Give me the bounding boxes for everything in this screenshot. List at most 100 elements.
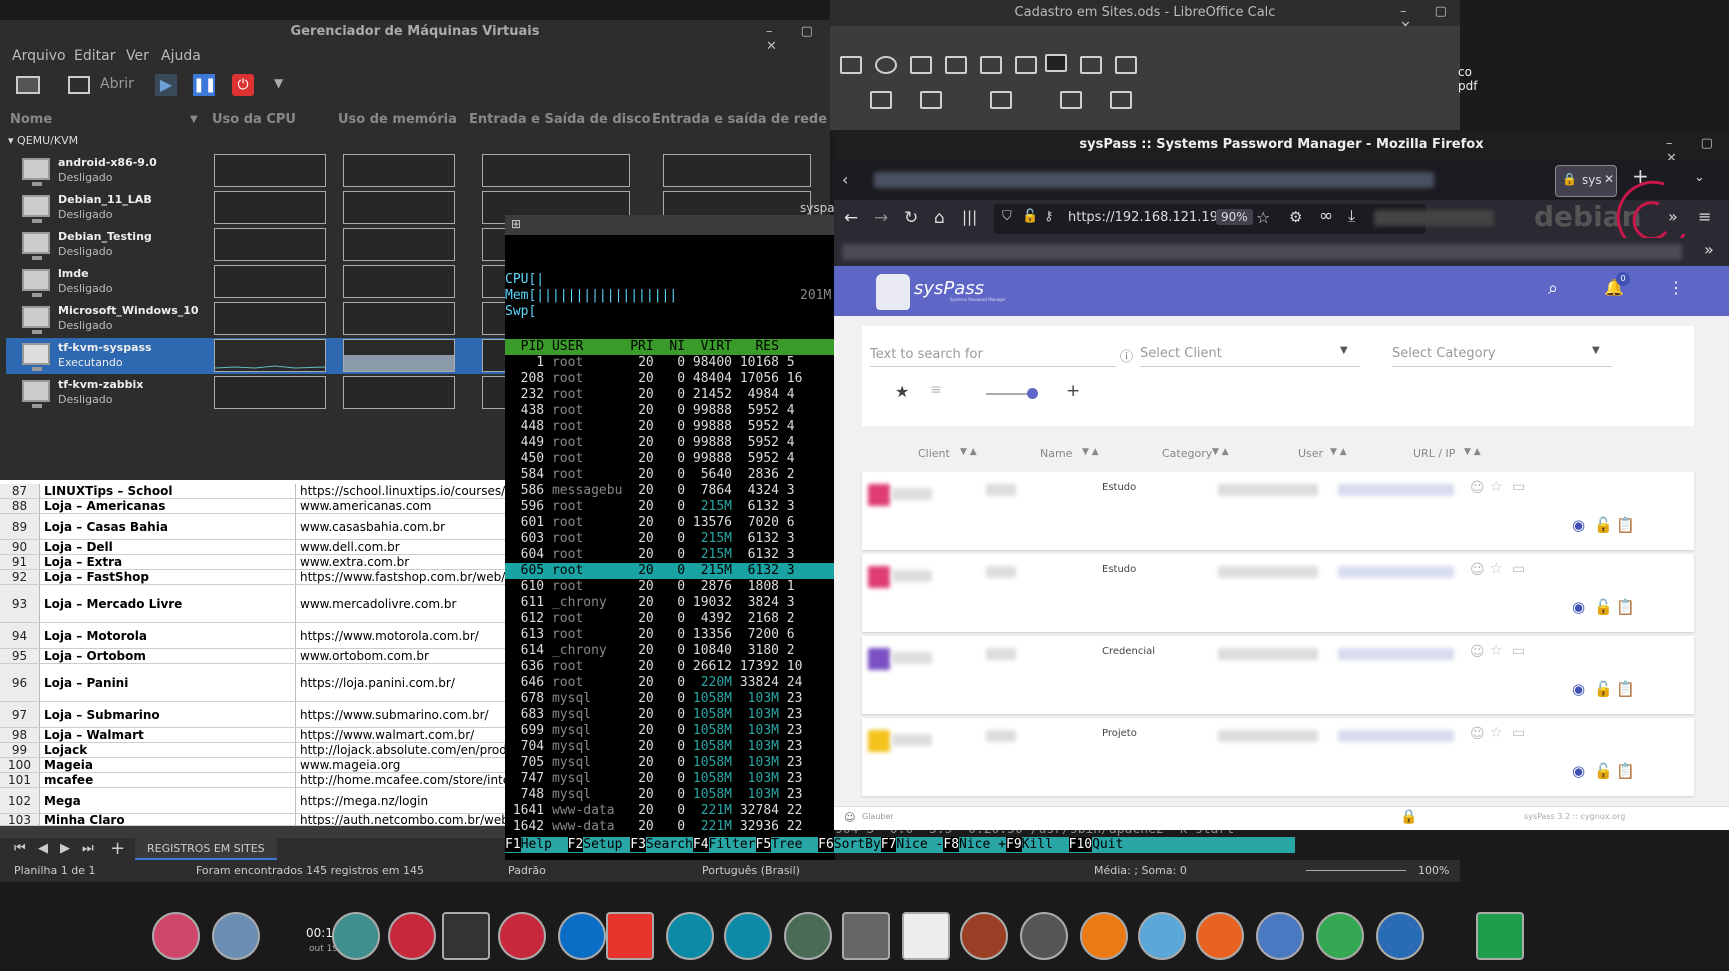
first-sheet-icon[interactable]: ⏮ [14, 841, 26, 856]
zoom-indicator[interactable]: 90% [1216, 209, 1253, 225]
col-disk[interactable]: Entrada e Saída de disco [469, 112, 650, 127]
table-row[interactable]: 87 LINUXTips – School https://school.linux… [0, 484, 508, 499]
process-row[interactable]: 1642 www-data 20 0 221M 32936 22 [505, 819, 835, 835]
download-icon[interactable]: ⤓ [1348, 206, 1355, 226]
view-account-eye-icon[interactable]: ◉ [1572, 516, 1585, 534]
sort-icon[interactable]: ▼ [190, 114, 198, 125]
back-icon[interactable]: ← [844, 208, 858, 228]
toggle-track[interactable] [986, 393, 1031, 395]
notes-icon[interactable]: ▭ [1512, 725, 1525, 741]
search-icon[interactable]: ⌕ [1548, 278, 1558, 299]
client-select[interactable]: Select Client ▼ [1140, 341, 1360, 367]
cell-name[interactable]: Lojack [42, 743, 296, 757]
cell-name[interactable]: Loja – Americanas [42, 499, 296, 513]
table-row[interactable]: 88 Loja – Americanas www.americanas.com [0, 499, 505, 514]
indent-icon[interactable] [920, 91, 942, 109]
chevron-down-icon[interactable]: ▼ [274, 76, 283, 90]
terminal-menu-icon[interactable]: ⊞ [511, 217, 521, 231]
cell-name[interactable]: Loja – Ortobom [42, 649, 296, 663]
home-icon[interactable]: ⌂ [934, 208, 945, 228]
favorite-star-icon[interactable]: ☆ [1490, 725, 1503, 741]
cell-url[interactable]: https://www.submarino.com.br/ [298, 702, 508, 727]
cell-url[interactable]: http://home.mcafee.com/store/interne [298, 773, 508, 787]
process-row[interactable]: 614 _chrony 20 0 10840 3180 2 [505, 643, 835, 659]
cell-name[interactable]: Loja – FastShop [42, 570, 296, 584]
sort-arrows-icon[interactable]: ▼ ▲ [1464, 447, 1481, 457]
category-select[interactable]: Select Category ▼ [1392, 341, 1612, 367]
process-row[interactable]: 699 mysql 20 0 1058M 103M 23 [505, 723, 835, 739]
owner-icon[interactable]: ☺ [1470, 480, 1485, 496]
fkey-number[interactable]: F3 [630, 837, 646, 852]
owner-icon[interactable]: ☺ [1470, 644, 1485, 660]
fkey-label[interactable]: SortBy [834, 837, 881, 852]
table-row[interactable]: 93 Loja – Mercado Livre www.mercadolivre.c… [0, 585, 505, 623]
status-zoom[interactable]: 100% [1418, 864, 1449, 877]
sort-arrows-icon[interactable]: ▼ ▲ [1082, 447, 1099, 457]
favorite-star-icon[interactable]: ☆ [1490, 561, 1503, 577]
copy-clipboard-icon[interactable]: 📋 [1616, 680, 1635, 698]
table-row[interactable]: 90 Loja – Dell www.dell.com.br [0, 540, 505, 555]
table-row[interactable]: 103 Minha Claro https://auth.netcombo.com.… [0, 814, 505, 826]
zoom-slider[interactable] [1306, 870, 1406, 871]
fkey-label[interactable]: Tree [771, 837, 818, 852]
hamburger-menu-icon[interactable]: ≡ [1698, 207, 1711, 226]
process-row[interactable]: 747 mysql 20 0 1058M 103M 23 [505, 771, 835, 787]
view-password-lock-icon[interactable]: 🔓 [1594, 762, 1613, 780]
view-password-lock-icon[interactable]: 🔓 [1594, 516, 1613, 534]
process-row[interactable]: 748 mysql 20 0 1058M 103M 23 [505, 787, 835, 803]
menu-ver[interactable]: Ver [126, 48, 149, 64]
table-row[interactable]: 92 Loja – FastShop https://www.fastshop.co… [0, 570, 505, 585]
fkey-label[interactable]: Quit [1092, 837, 1139, 852]
col-net[interactable]: Entrada e saída de rede [652, 112, 827, 127]
cell-url[interactable]: https://school.linuxtips.io/courses/enr [298, 484, 508, 498]
process-row[interactable]: 611 _chrony 20 0 19032 3824 3 [505, 595, 835, 611]
account-card[interactable]: Credencial ☺ ☆ ▭ ◉ 🔓 📋 [862, 636, 1694, 714]
cell-name[interactable]: Loja – Casas Bahia [42, 514, 296, 539]
key-icon[interactable]: ⚷ [1044, 209, 1054, 224]
table-row[interactable]: 101 mcafee http://home.mcafee.com/store/in… [0, 773, 508, 788]
border-color-icon[interactable] [1110, 91, 1132, 109]
bookmarks-overflow-icon[interactable]: » [1704, 240, 1714, 259]
sort-user[interactable]: User [1298, 447, 1323, 460]
overflow-icon[interactable]: » [1668, 207, 1678, 226]
power-icon[interactable]: ⏻ [232, 74, 254, 96]
toggle-thumb[interactable] [1027, 388, 1038, 399]
process-row[interactable]: 208 root 20 0 48404 17056 16 [505, 371, 835, 387]
prev-sheet-icon[interactable]: ◀ [38, 841, 48, 856]
special-char-icon[interactable] [875, 56, 897, 74]
cell-name[interactable]: Mega [42, 788, 296, 813]
cell-name[interactable]: Loja – Submarino [42, 702, 296, 727]
open-console-icon[interactable] [68, 76, 90, 94]
cell-url[interactable]: https://www.motorola.com.br/ [298, 623, 508, 648]
lock-icon[interactable]: 🔓 [1022, 209, 1038, 224]
sort-arrows-icon[interactable]: ▼ ▲ [960, 447, 977, 457]
account-card[interactable]: Projeto ☺ ☆ ▭ ◉ 🔓 📋 [862, 718, 1694, 796]
cell-name[interactable]: Loja – Walmart [42, 728, 296, 742]
navigator-icon[interactable] [1115, 56, 1137, 74]
sort-name[interactable]: Name [1040, 447, 1072, 460]
open-button[interactable]: Abrir [100, 76, 134, 92]
sort-arrows-icon[interactable]: ▼ ▲ [1330, 447, 1347, 457]
shield-icon[interactable]: ⛉ [1002, 209, 1012, 224]
fkey-number[interactable]: F5 [755, 837, 772, 852]
next-sheet-icon[interactable]: ▶ [60, 841, 70, 856]
process-row[interactable]: 596 root 20 0 215M 6132 3 [505, 499, 835, 515]
process-row[interactable]: 612 root 20 0 4392 2168 2 [505, 611, 835, 627]
grid-icon[interactable] [1045, 54, 1067, 72]
cell-name[interactable]: Loja – Extra [42, 555, 296, 569]
fkey-number[interactable]: F9 [1006, 837, 1022, 852]
cell-url[interactable]: https://www.walmart.com.br/ [298, 728, 508, 742]
cell-name[interactable]: Loja – Motorola [42, 623, 296, 648]
menu-arquivo[interactable]: Arquivo [12, 48, 66, 64]
owner-icon[interactable]: ☺ [1470, 726, 1485, 742]
col-mem[interactable]: Uso de memória [338, 112, 457, 127]
fkey-number[interactable]: F8 [943, 837, 960, 852]
add-sheet-icon[interactable]: + [110, 838, 125, 859]
process-row[interactable]: 601 root 20 0 13576 7020 6 [505, 515, 835, 531]
cell-url[interactable]: https://auth.netcombo.com.br/web/lo [298, 814, 505, 825]
hyperlink-icon[interactable] [910, 56, 932, 74]
add-account-icon[interactable]: + [1066, 381, 1080, 401]
process-row[interactable]: 586 messagebu 20 0 7864 4324 3 [505, 483, 835, 499]
cell-url[interactable]: www.mageia.org [298, 758, 508, 772]
table-row[interactable]: 95 Loja – Ortobom www.ortobom.com.br [0, 649, 505, 664]
